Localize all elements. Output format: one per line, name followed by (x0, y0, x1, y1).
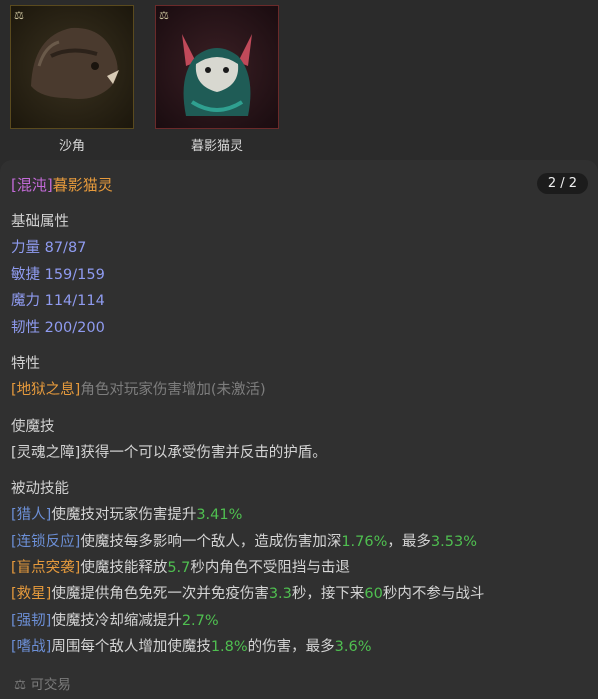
trait-text: 角色对玩家伤害增加(未激活) (80, 382, 266, 398)
passive-text: 的伤害，最多 (247, 639, 335, 655)
stat-strength: 力量 87/87 (11, 240, 87, 256)
passive-text: 秒内不参与战斗 (382, 586, 485, 602)
pet-selector: ⚖ 沙角 ⚖ 暮影猫灵 (0, 0, 598, 160)
familiar-skill-title: 使魔技 (11, 419, 55, 435)
passive-tag: [救星] (11, 586, 52, 602)
scale-icon: ⚖ (159, 9, 169, 22)
scale-icon: ⚖ (14, 677, 27, 693)
pet-portrait[interactable]: ⚖ (155, 5, 279, 129)
passive-blindspot-strike: [盲点突袭]使魔技能释放5.7秒内角色不受阻挡与击退 (11, 556, 350, 577)
passive-tag: [连锁反应] (11, 534, 81, 550)
stat-agility: 敏捷 159/159 (11, 267, 105, 283)
passive-value: 3.3 (268, 586, 292, 602)
passive-value: 3.53% (430, 534, 477, 550)
passive-text: 使魔提供角色免死一次并免疫伤害 (51, 586, 269, 602)
pet-card-sand-horn[interactable]: ⚖ 沙角 (10, 5, 134, 154)
passive-hunter: [猎人]使魔技对玩家伤害提升3.41% (11, 503, 242, 524)
passive-savior: [救星]使魔提供角色免死一次并免疫伤害3.3秒，接下来60秒内不参与战斗 (11, 582, 484, 603)
passive-text: 周围每个敌人增加使魔技 (51, 639, 211, 655)
passive-text: ，最多 (387, 534, 431, 550)
pet-name: 沙角 (58, 139, 85, 154)
trait-line: [地狱之息]角色对玩家伤害增加(未激活) (11, 378, 266, 399)
dusk-cat-portrait-icon (156, 6, 278, 128)
passive-value: 3.41% (196, 507, 243, 523)
pet-title-name: 暮影猫灵 (52, 176, 113, 194)
pet-card-dusk-cat[interactable]: ⚖ 暮影猫灵 (155, 5, 279, 154)
page-indicator: 2 / 2 (536, 173, 588, 194)
pet-detail-panel: [混沌]暮影猫灵 2 / 2 基础属性 力量 87/87 敏捷 159/159 … (0, 160, 598, 699)
pet-portrait[interactable]: ⚖ (10, 5, 134, 129)
pet-title: [混沌]暮影猫灵 (11, 174, 113, 195)
sand-horn-portrait-icon (11, 6, 133, 128)
passive-battle-lust: [嗜战]周围每个敌人增加使魔技1.8%的伤害，最多3.6% (11, 635, 372, 656)
passive-value: 1.76% (341, 534, 388, 550)
scale-icon: ⚖ (14, 9, 24, 22)
passive-text: 使魔技能释放 (80, 560, 168, 576)
stat-magic: 魔力 114/114 (11, 293, 105, 309)
passive-chain-reaction: [连锁反应]使魔技每多影响一个敌人，造成伤害加深1.76%，最多3.53% (11, 530, 477, 551)
tradable-label: 可交易 (30, 677, 71, 693)
familiar-skill-text: [灵魂之障]获得一个可以承受伤害并反击的护盾。 (11, 445, 327, 461)
passive-text: 秒，接下来 (291, 586, 365, 602)
passive-tag: [盲点突袭] (11, 560, 81, 576)
passive-value: 2.7% (181, 613, 219, 629)
trait-tag: [地狱之息] (11, 382, 81, 398)
base-attributes-title: 基础属性 (11, 214, 69, 230)
passive-tag: [猎人] (11, 507, 52, 523)
passive-value: 60 (364, 586, 383, 602)
passive-text: 使魔技每多影响一个敌人，造成伤害加深 (80, 534, 342, 550)
tradable-status: ⚖ 可交易 (14, 673, 71, 693)
passive-skills-title: 被动技能 (11, 481, 69, 497)
passive-text: 秒内角色不受阻挡与击退 (190, 560, 350, 576)
passive-value: 1.8% (210, 639, 248, 655)
rarity-tag: [混沌] (11, 176, 53, 194)
pet-name: 暮影猫灵 (190, 139, 243, 154)
passive-value: 5.7 (167, 560, 191, 576)
passive-text: 使魔技冷却缩减提升 (51, 613, 182, 629)
passive-toughness: [强韧]使魔技冷却缩减提升2.7% (11, 609, 219, 630)
passive-tag: [强韧] (11, 613, 52, 629)
stat-toughness: 韧性 200/200 (11, 320, 105, 336)
passive-value: 3.6% (334, 639, 372, 655)
passive-tag: [嗜战] (11, 639, 52, 655)
passive-text: 使魔技对玩家伤害提升 (51, 507, 197, 523)
trait-title: 特性 (11, 356, 40, 372)
